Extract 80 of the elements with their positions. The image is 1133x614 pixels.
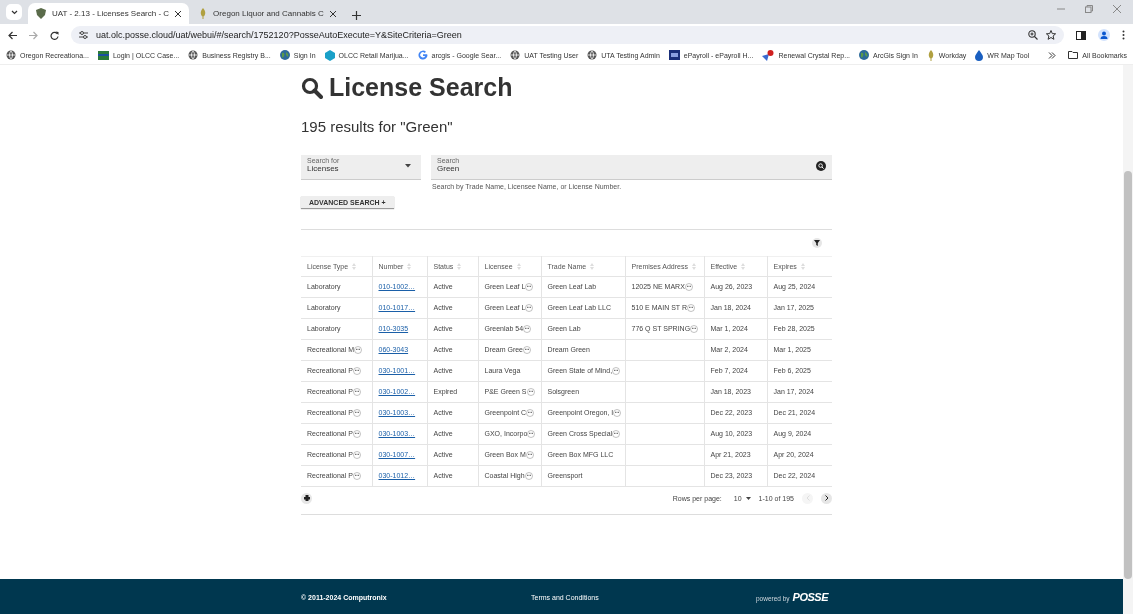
- browser-tab[interactable]: UAT - 2.13 - Licenses Search - C: [28, 3, 190, 24]
- google-icon: [417, 50, 428, 60]
- profile-icon[interactable]: [1098, 29, 1110, 41]
- more-icon[interactable]: [612, 366, 621, 375]
- sort-icon[interactable]: [457, 262, 462, 270]
- earth-icon: [279, 50, 290, 60]
- results-count: 195 results for "Green": [301, 118, 454, 135]
- restore-icon[interactable]: [1085, 5, 1093, 13]
- more-icon[interactable]: [352, 429, 361, 438]
- menu-icon[interactable]: [1122, 30, 1125, 40]
- leaf-icon: [926, 49, 935, 61]
- caret-icon: [745, 496, 751, 500]
- filter-icon: [814, 239, 820, 246]
- caret-icon: [405, 164, 411, 168]
- address-bar[interactable]: uat.olc.posse.cloud/uat/webui/#/search/1752120?PosseAutoExecute=Y&SiteCriteria=Green: [71, 26, 1064, 44]
- more-icon[interactable]: [523, 345, 531, 354]
- earth-icon: [859, 50, 870, 60]
- more-icon[interactable]: [526, 408, 535, 417]
- chevron-right-icon: [824, 495, 829, 501]
- more-icon[interactable]: [525, 303, 534, 312]
- more-icon[interactable]: [526, 387, 535, 396]
- side-panel-icon[interactable]: [1076, 30, 1086, 40]
- folder-icon: [1068, 51, 1079, 59]
- more-icon[interactable]: [352, 366, 361, 375]
- minimize-icon[interactable]: [1057, 5, 1065, 13]
- more-icon[interactable]: [690, 324, 699, 333]
- more-icon[interactable]: [352, 408, 361, 417]
- page-title: License Search: [329, 73, 513, 102]
- sort-icon[interactable]: [516, 262, 521, 270]
- browser-tab[interactable]: Oregon Liquor and Cannabis C: [191, 3, 344, 24]
- close-icon[interactable]: [175, 10, 182, 17]
- sort-icon[interactable]: [691, 262, 696, 270]
- close-icon[interactable]: [329, 10, 336, 17]
- more-icon[interactable]: [352, 471, 361, 480]
- scrollbar[interactable]: [1123, 65, 1133, 614]
- drop-icon: [975, 49, 984, 61]
- star-icon[interactable]: [1046, 30, 1056, 40]
- search-icon: [301, 76, 323, 99]
- search-icon[interactable]: [816, 161, 826, 171]
- back-icon[interactable]: [8, 30, 17, 40]
- more-icon[interactable]: [524, 471, 533, 480]
- sort-icon[interactable]: [590, 262, 595, 270]
- badge-icon: [668, 50, 680, 60]
- more-icon[interactable]: [527, 429, 536, 438]
- more-icon[interactable]: [352, 450, 361, 459]
- brand-logo: POSSE: [792, 591, 828, 603]
- more-icon[interactable]: [684, 282, 693, 291]
- more-icon[interactable]: [525, 450, 534, 459]
- more-icon[interactable]: [612, 429, 621, 438]
- new-tab-icon[interactable]: [351, 11, 361, 20]
- more-icon[interactable]: [352, 387, 361, 396]
- next-page-button[interactable]: [821, 492, 832, 504]
- globe-icon: [587, 50, 598, 60]
- globe-icon: [6, 50, 16, 60]
- site-settings-icon[interactable]: [79, 31, 88, 39]
- shield-icon: [36, 8, 46, 19]
- print-button[interactable]: [301, 492, 312, 504]
- globe-icon: [510, 50, 521, 60]
- chevron-left-icon: [805, 495, 810, 501]
- tab-list-button[interactable]: [6, 4, 22, 20]
- sort-icon[interactable]: [741, 262, 746, 270]
- more-icon[interactable]: [613, 408, 622, 417]
- reload-icon[interactable]: [50, 30, 59, 40]
- forward-icon[interactable]: [29, 30, 38, 40]
- chevrons-icon[interactable]: [1048, 51, 1057, 59]
- hexagon-icon: [324, 49, 335, 61]
- sort-icon[interactable]: [352, 262, 357, 270]
- filter-button[interactable]: [812, 237, 822, 248]
- more-icon[interactable]: [354, 345, 363, 354]
- printer-icon: [303, 495, 310, 501]
- more-icon[interactable]: [687, 303, 695, 312]
- globe-icon: [188, 50, 199, 60]
- zoom-icon[interactable]: [1028, 30, 1038, 40]
- bars-icon: [97, 50, 109, 60]
- more-icon[interactable]: [523, 324, 532, 333]
- sort-icon[interactable]: [407, 262, 412, 270]
- more-icon[interactable]: [525, 282, 534, 291]
- sort-icon[interactable]: [800, 262, 805, 270]
- leaf-icon: [199, 8, 208, 19]
- chevron-icon: [10, 9, 18, 15]
